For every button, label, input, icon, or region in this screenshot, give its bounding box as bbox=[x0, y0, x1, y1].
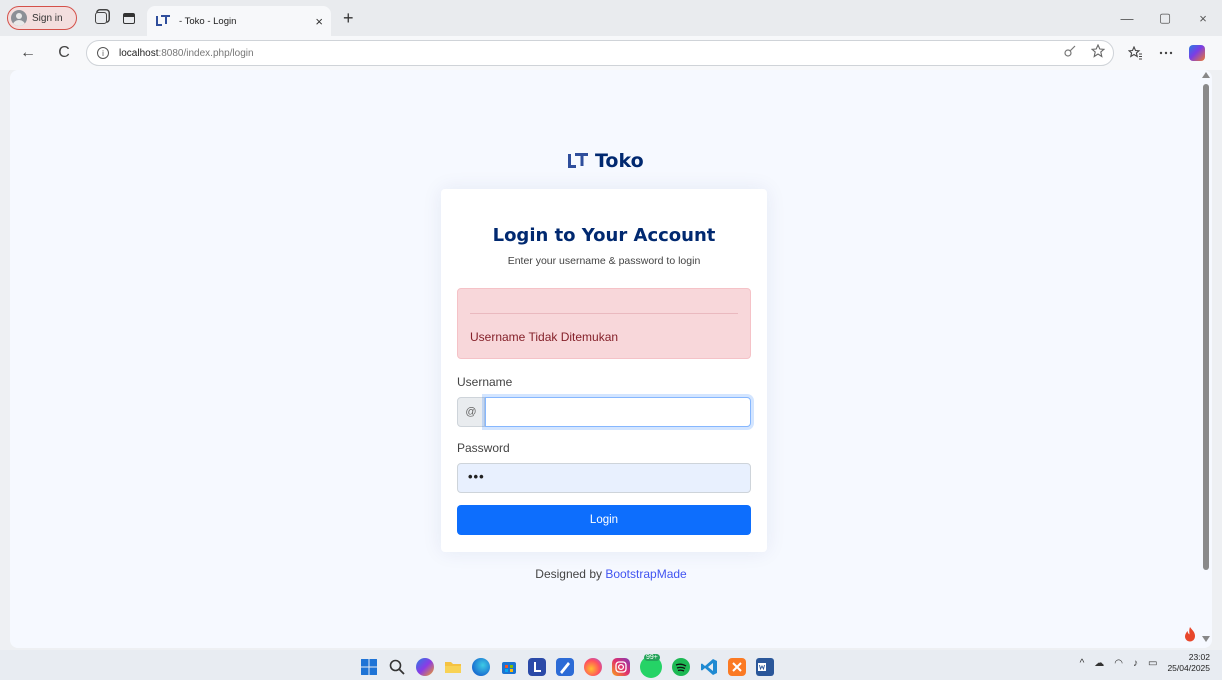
instagram-icon[interactable] bbox=[612, 658, 630, 676]
page-title: Login to Your Account bbox=[492, 225, 716, 246]
username-label: Username bbox=[457, 375, 513, 389]
minimize-button[interactable]: — bbox=[1108, 11, 1146, 26]
close-window-button[interactable]: × bbox=[1184, 11, 1222, 26]
spotify-icon[interactable] bbox=[672, 658, 690, 676]
clock-date: 25/04/2025 bbox=[1167, 663, 1210, 673]
toko-logo-icon bbox=[567, 152, 589, 170]
error-alert: Username Tidak Ditemukan bbox=[457, 288, 751, 359]
brand-name: Toko bbox=[595, 150, 644, 172]
store-icon[interactable] bbox=[500, 658, 518, 676]
scroll-down-arrow-icon[interactable] bbox=[1202, 636, 1210, 642]
page-subtitle: Enter your username & password to login bbox=[507, 255, 701, 267]
workspaces-icon[interactable] bbox=[95, 12, 107, 24]
clock-time: 23:02 bbox=[1188, 652, 1210, 662]
username-input-group: @ bbox=[457, 397, 751, 427]
whatsapp-icon[interactable]: 99+ bbox=[640, 654, 662, 678]
refresh-button[interactable]: C bbox=[56, 44, 72, 62]
xampp-icon[interactable] bbox=[728, 658, 746, 676]
alert-divider bbox=[470, 313, 738, 314]
windows-start-icon[interactable] bbox=[360, 658, 378, 676]
battery-icon[interactable]: ▭ bbox=[1148, 658, 1157, 669]
brand-logo[interactable]: Toko bbox=[567, 150, 644, 172]
favorites-icon[interactable] bbox=[1128, 46, 1143, 60]
scroll-up-arrow-icon[interactable] bbox=[1202, 72, 1210, 78]
username-input[interactable] bbox=[485, 397, 751, 427]
browser-actions bbox=[1128, 45, 1205, 61]
vscode-icon[interactable] bbox=[700, 658, 718, 676]
edge-browser-icon[interactable] bbox=[472, 658, 490, 676]
notification-badge: 99+ bbox=[644, 654, 660, 661]
word-icon[interactable] bbox=[756, 658, 774, 676]
at-sign-prefix: @ bbox=[457, 397, 485, 427]
read-aloud-icon[interactable] bbox=[1063, 44, 1077, 58]
tab-close-icon[interactable]: × bbox=[315, 14, 323, 29]
login-card: Login to Your Account Enter your usernam… bbox=[441, 189, 767, 552]
show-hidden-icons-icon[interactable]: ^ bbox=[1080, 658, 1085, 669]
cloud-icon[interactable]: ☁ bbox=[1094, 658, 1104, 669]
address-bar-actions bbox=[1063, 44, 1105, 58]
tab-toko-login[interactable]: - Toko - Login × bbox=[147, 6, 331, 36]
os-taskbar: 99+ ^ ☁ ◠ ♪ ▭ 23:02 25/04/2025 bbox=[0, 650, 1222, 680]
flame-extension-icon[interactable] bbox=[1184, 626, 1196, 642]
copilot-icon[interactable] bbox=[1189, 45, 1205, 61]
profile-avatar-icon bbox=[11, 10, 27, 26]
page-scrollbar[interactable] bbox=[1200, 70, 1212, 648]
more-options-icon[interactable] bbox=[1159, 51, 1173, 55]
clock[interactable]: 23:02 25/04/2025 bbox=[1167, 652, 1210, 674]
browser-toolbar: ← C i localhost:8080/index.php/login bbox=[0, 36, 1222, 70]
login-button[interactable]: Login bbox=[457, 505, 751, 535]
password-input[interactable]: ••• bbox=[457, 463, 751, 493]
page-viewport: Toko Login to Your Account Enter your us… bbox=[10, 70, 1212, 648]
system-tray: ^ ☁ ◠ ♪ ▭ 23:02 25/04/2025 bbox=[1080, 652, 1210, 674]
wifi-icon[interactable]: ◠ bbox=[1114, 658, 1123, 669]
app-l-icon[interactable] bbox=[528, 658, 546, 676]
maximize-button[interactable]: ▢ bbox=[1146, 10, 1184, 26]
credits: Designed by BootstrapMade bbox=[10, 567, 1212, 581]
file-explorer-icon[interactable] bbox=[444, 658, 462, 676]
volume-icon[interactable]: ♪ bbox=[1133, 658, 1138, 669]
site-info-icon[interactable]: i bbox=[97, 47, 109, 59]
favorite-star-icon[interactable] bbox=[1091, 44, 1105, 58]
browser-tab-bar: Sign in - Toko - Login × + — ▢ × bbox=[0, 0, 1222, 36]
tab-actions-icon[interactable] bbox=[123, 12, 135, 24]
new-tab-button[interactable]: + bbox=[343, 8, 354, 29]
sign-in-label: Sign in bbox=[32, 12, 63, 24]
tab-title: - Toko - Login bbox=[179, 15, 237, 27]
url-path: :8080/index.php/login bbox=[158, 47, 254, 59]
alert-message: Username Tidak Ditemukan bbox=[470, 330, 619, 344]
app-pen-icon[interactable] bbox=[556, 658, 574, 676]
toko-favicon-icon bbox=[155, 14, 171, 28]
firefox-icon[interactable] bbox=[584, 658, 602, 676]
window-controls: — ▢ × bbox=[1108, 0, 1222, 36]
back-button[interactable]: ← bbox=[20, 44, 36, 62]
password-label: Password bbox=[457, 441, 510, 455]
url-host: localhost bbox=[119, 47, 159, 59]
search-icon[interactable] bbox=[388, 658, 406, 676]
url-text: localhost:8080/index.php/login bbox=[119, 48, 254, 59]
scrollbar-thumb[interactable] bbox=[1203, 84, 1209, 570]
copilot-taskbar-icon[interactable] bbox=[416, 658, 434, 676]
bootstrapmade-link[interactable]: BootstrapMade bbox=[605, 567, 686, 581]
credits-prefix: Designed by bbox=[535, 567, 606, 581]
address-bar[interactable]: i localhost:8080/index.php/login bbox=[86, 40, 1114, 66]
taskbar-apps: 99+ bbox=[360, 654, 774, 678]
sign-in-button[interactable]: Sign in bbox=[7, 6, 77, 30]
